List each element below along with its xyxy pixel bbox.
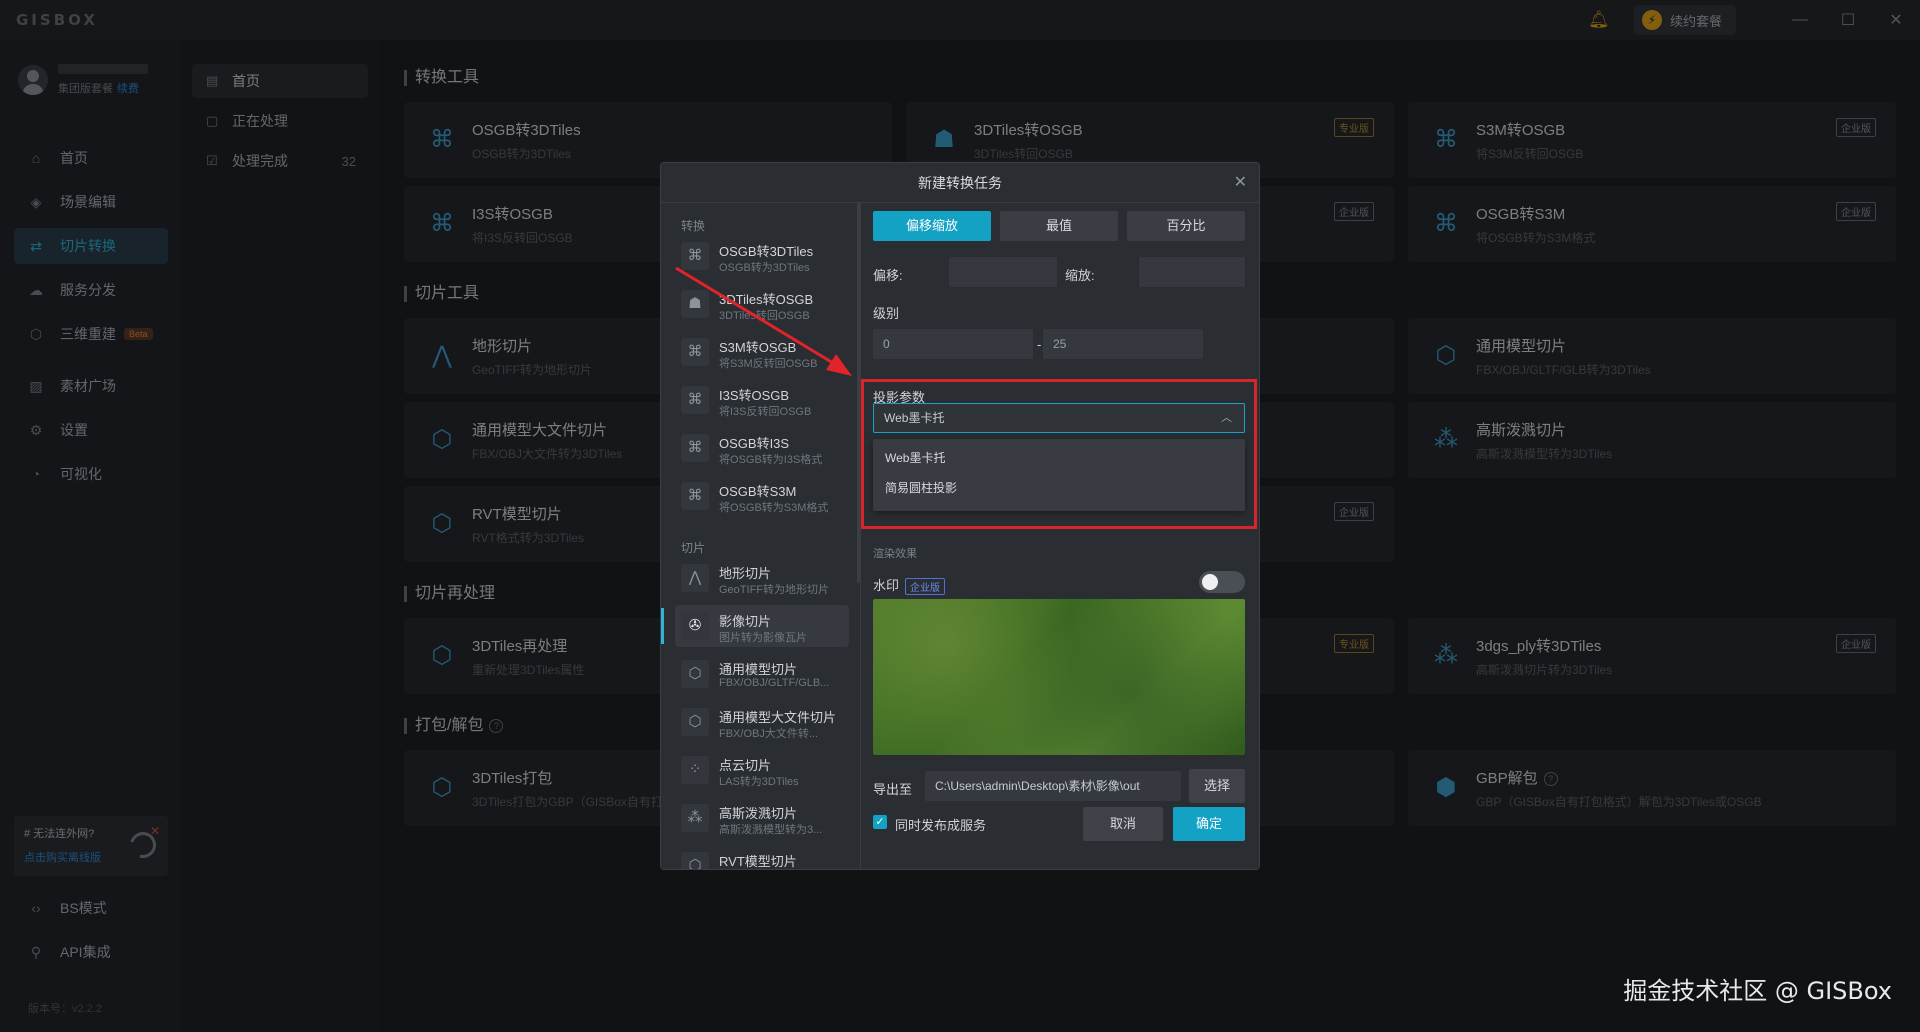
chevron-up-icon: ︿ [1221, 412, 1232, 424]
dialog-title: 新建转换任务 [918, 175, 1002, 191]
cancel-button[interactable]: 取消 [1083, 807, 1163, 841]
enterprise-badge: 企业版 [905, 578, 946, 596]
level-separator: - [1037, 337, 1042, 352]
scrollbar[interactable] [857, 203, 860, 583]
projection-dropdown: Web墨卡托 简易圆柱投影 [873, 439, 1245, 511]
dialog-header: 新建转换任务 ✕ [661, 163, 1259, 203]
task-type-list: 转换 ⌘ OSGB转3DTiles OSGB转为3DTiles ☗ 3DTiles转O… [661, 203, 861, 869]
watermark-toggle[interactable] [1199, 571, 1245, 593]
tab-min-max[interactable]: 最值 [1000, 211, 1118, 241]
task-item-large-model-slice[interactable]: ⬡ 通用模型大文件切片 FBX/OBJ大文件转... [675, 701, 849, 743]
cube-icon: ⬡ [681, 852, 709, 869]
task-item-osgb-s3m[interactable]: ⌘ OSGB转S3M 将OSGB转为S3M格式 [675, 475, 849, 517]
new-task-dialog: 新建转换任务 ✕ 转换 ⌘ OSGB转3DTiles OSGB转为3DTiles ☗… [660, 162, 1260, 870]
level-max-input[interactable]: 25 [1043, 329, 1203, 359]
offset-label: 偏移: [873, 268, 903, 283]
group-slice: 切片 [681, 541, 706, 555]
gaussian-icon: ⁂ [681, 804, 709, 832]
convert-tool-icon: ⌘ [681, 434, 709, 462]
task-item-osgb-i3s[interactable]: ⌘ OSGB转I3S 将OSGB转为I3S格式 [675, 427, 849, 469]
render-label: 渲染效果 [873, 548, 917, 560]
task-item-terrain[interactable]: ⋀ 地形切片 GeoTIFF转为地形切片 [675, 557, 849, 599]
task-item-i3s-osgb[interactable]: ⌘ I3S转OSGB 将I3S反转回OSGB [675, 379, 849, 421]
export-path-input[interactable]: C:\Users\admin\Desktop\素材\影像\out [925, 771, 1181, 801]
task-item-pointcloud[interactable]: ⁘ 点云切片 LAS转为3DTiles [675, 749, 849, 791]
task-item-model-slice[interactable]: ⬡ 通用模型切片 FBX/OBJ/GLTF/GLB... [675, 653, 849, 695]
offset-input[interactable] [949, 257, 1057, 287]
task-item-osgb-3dtiles[interactable]: ⌘ OSGB转3DTiles OSGB转为3DTiles [675, 235, 849, 277]
confirm-button[interactable]: 确定 [1173, 807, 1245, 841]
convert-tool-icon: ⌘ [681, 386, 709, 414]
preview-image [873, 599, 1245, 755]
convert-tool-icon: ☗ [681, 290, 709, 318]
task-item-image-slice[interactable]: ✇ 影像切片 图片转为影像瓦片 [675, 605, 849, 647]
convert-tool-icon: ⌘ [681, 338, 709, 366]
scale-input[interactable] [1139, 257, 1245, 287]
projection-option-webmercator[interactable]: Web墨卡托 [885, 449, 945, 466]
pointcloud-icon: ⁘ [681, 756, 709, 784]
satellite-icon: ✇ [681, 612, 709, 640]
toggle-knob [1202, 574, 1218, 590]
publish-label: 同时发布成服务 [895, 818, 987, 833]
export-label: 导出至 [873, 782, 913, 797]
tab-percent[interactable]: 百分比 [1127, 211, 1245, 241]
task-item-3dtiles-osgb[interactable]: ☗ 3DTiles转OSGB 3DTiles转回OSGB [675, 283, 849, 325]
convert-tool-icon: ⌘ [681, 242, 709, 270]
publish-checkbox[interactable]: ✓ [873, 815, 887, 829]
cube-icon: ⬡ [681, 660, 709, 688]
choose-button[interactable]: 选择 [1189, 769, 1245, 803]
level-min-input[interactable]: 0 [873, 329, 1033, 359]
projection-option-cylindrical[interactable]: 简易圆柱投影 [885, 479, 957, 496]
watermark-text: 掘金技术社区 @ GISBox [1623, 977, 1892, 1005]
terrain-icon: ⋀ [681, 564, 709, 592]
task-item-rvt[interactable]: ⬡ RVT模型切片 [675, 845, 849, 869]
watermark-label: 水印 企业版 [873, 575, 946, 596]
convert-tool-icon: ⌘ [681, 482, 709, 510]
task-item-s3m-osgb[interactable]: ⌘ S3M转OSGB 将S3M反转回OSGB [675, 331, 849, 373]
group-convert: 转换 [681, 219, 706, 233]
active-indicator [661, 608, 664, 644]
level-label: 级别 [873, 306, 900, 321]
scale-label: 缩放: [1065, 268, 1095, 283]
task-item-gaussian[interactable]: ⁂ 高斯泼溅切片 高斯泼溅模型转为3... [675, 797, 849, 839]
projection-select[interactable]: Web墨卡托 ︿ [873, 403, 1245, 433]
close-icon[interactable]: ✕ [1234, 163, 1247, 203]
task-settings: 偏移缩放 最值 百分比 偏移: 缩放: 级别 0 - 25 投影参数 Web墨卡… [861, 203, 1259, 869]
tab-offset-scale[interactable]: 偏移缩放 [873, 211, 991, 241]
cube-icon: ⬡ [681, 708, 709, 736]
